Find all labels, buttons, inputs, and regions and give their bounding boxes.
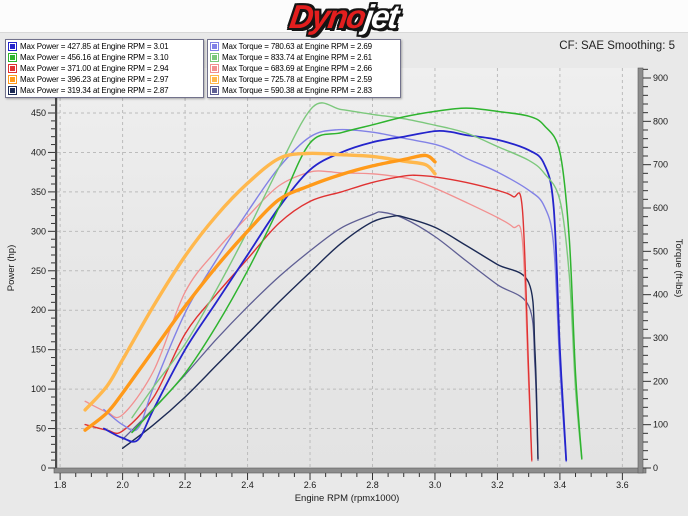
- svg-text:700: 700: [653, 160, 668, 170]
- svg-text:1.8: 1.8: [54, 480, 67, 490]
- svg-text:3.2: 3.2: [491, 480, 504, 490]
- svg-text:900: 900: [653, 73, 668, 83]
- legend-row-power-3[interactable]: Max Power = 371.00 at Engine RPM = 2.94: [8, 63, 201, 74]
- legend-color-swatch-icon: [8, 42, 17, 51]
- legend-row-torque-3[interactable]: Max Torque = 683.69 at Engine RPM = 2.66: [210, 63, 398, 74]
- y-axis-right-label: Torque (ft-lbs): [673, 239, 684, 298]
- legend-label: Max Torque = 780.63 at Engine RPM = 2.69: [222, 42, 372, 51]
- legend-label: Max Torque = 683.69 at Engine RPM = 2.66: [222, 64, 372, 73]
- svg-text:2.4: 2.4: [241, 480, 254, 490]
- legend-color-swatch-icon: [210, 42, 219, 51]
- legend-label: Max Torque = 725.78 at Engine RPM = 2.59: [222, 75, 372, 84]
- legend-row-torque-2[interactable]: Max Torque = 833.74 at Engine RPM = 2.61: [210, 52, 398, 63]
- legend-row-power-2[interactable]: Max Power = 456.16 at Engine RPM = 3.10: [8, 52, 201, 63]
- dynojet-window: Dynojet CF: SAE Smoothing: 5 1.8 2.0 2.2 2.…: [0, 0, 688, 516]
- legend-row-power-5[interactable]: Max Power = 319.34 at Engine RPM = 2.87: [8, 85, 201, 96]
- svg-text:2.0: 2.0: [116, 480, 129, 490]
- legend-color-swatch-icon: [210, 75, 219, 84]
- x-axis-label: Engine RPM (rpmx1000): [295, 493, 400, 504]
- legend-color-swatch-icon: [210, 86, 219, 95]
- svg-text:250: 250: [31, 266, 46, 276]
- legend-color-swatch-icon: [8, 75, 17, 84]
- svg-text:100: 100: [653, 420, 668, 430]
- legend-row-torque-5[interactable]: Max Torque = 590.38 at Engine RPM = 2.83: [210, 85, 398, 96]
- power-legend-box: Max Power = 427.85 at Engine RPM = 3.01 M…: [5, 39, 204, 98]
- legend-label: Max Power = 319.34 at Engine RPM = 2.87: [20, 86, 169, 95]
- svg-text:400: 400: [653, 290, 668, 300]
- svg-text:2.8: 2.8: [366, 480, 379, 490]
- legend-label: Max Power = 456.16 at Engine RPM = 3.10: [20, 53, 169, 62]
- legend-row-torque-4[interactable]: Max Torque = 725.78 at Engine RPM = 2.59: [210, 74, 398, 85]
- legend-color-swatch-icon: [8, 53, 17, 62]
- svg-text:50: 50: [36, 424, 46, 434]
- legend-label: Max Torque = 590.38 at Engine RPM = 2.83: [222, 86, 372, 95]
- svg-text:300: 300: [653, 333, 668, 343]
- svg-text:350: 350: [31, 187, 46, 197]
- svg-text:300: 300: [31, 226, 46, 236]
- svg-text:3.6: 3.6: [616, 480, 629, 490]
- svg-text:800: 800: [653, 116, 668, 126]
- legend-color-swatch-icon: [210, 53, 219, 62]
- legend-label: Max Power = 396.23 at Engine RPM = 2.97: [20, 75, 169, 84]
- svg-text:3.0: 3.0: [429, 480, 442, 490]
- legend-label: Max Torque = 833.74 at Engine RPM = 2.61: [222, 53, 372, 62]
- svg-text:200: 200: [653, 376, 668, 386]
- svg-text:2.2: 2.2: [179, 480, 192, 490]
- torque-legend-box: Max Torque = 780.63 at Engine RPM = 2.69…: [207, 39, 401, 98]
- svg-text:0: 0: [653, 463, 658, 473]
- svg-text:150: 150: [31, 345, 46, 355]
- legend-color-swatch-icon: [8, 86, 17, 95]
- legend-row-power-1[interactable]: Max Power = 427.85 at Engine RPM = 3.01: [8, 41, 201, 52]
- svg-text:450: 450: [31, 108, 46, 118]
- legend-label: Max Power = 427.85 at Engine RPM = 3.01: [20, 42, 169, 51]
- svg-text:3.4: 3.4: [554, 480, 567, 490]
- legend-color-swatch-icon: [8, 64, 17, 73]
- svg-text:600: 600: [653, 203, 668, 213]
- legend-color-swatch-icon: [210, 64, 219, 73]
- svg-text:0: 0: [41, 463, 46, 473]
- legend-row-power-4[interactable]: Max Power = 396.23 at Engine RPM = 2.97: [8, 74, 201, 85]
- y-axis-left-label: Power (hp): [6, 245, 17, 291]
- svg-text:100: 100: [31, 384, 46, 394]
- legend-row-torque-1[interactable]: Max Torque = 780.63 at Engine RPM = 2.69: [210, 41, 398, 52]
- svg-text:400: 400: [31, 147, 46, 157]
- legend-label: Max Power = 371.00 at Engine RPM = 2.94: [20, 64, 169, 73]
- svg-text:2.6: 2.6: [304, 480, 317, 490]
- svg-text:500: 500: [653, 246, 668, 256]
- svg-text:200: 200: [31, 305, 46, 315]
